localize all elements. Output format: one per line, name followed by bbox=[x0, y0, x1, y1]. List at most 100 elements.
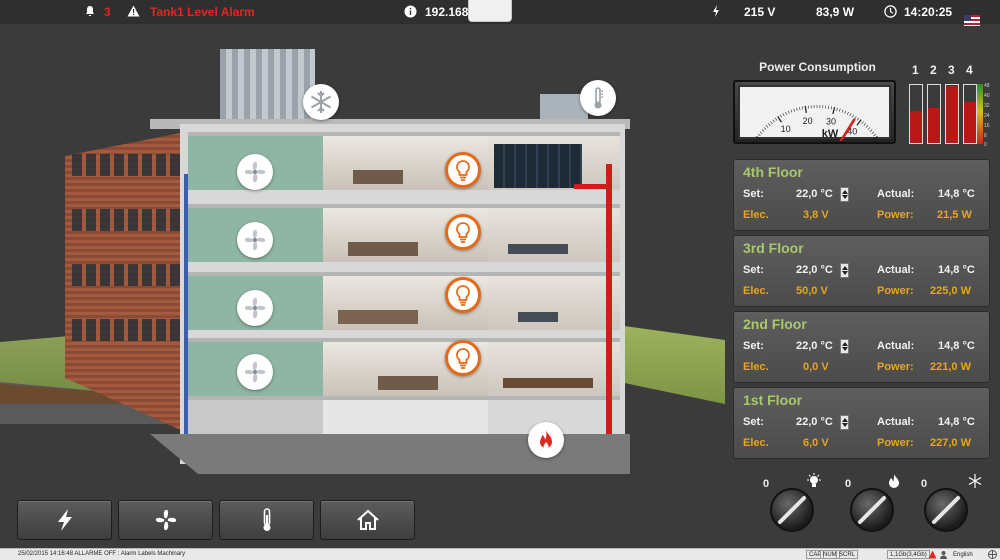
gauge-tick bbox=[802, 106, 804, 110]
power-consumption-title: Power Consumption bbox=[759, 60, 876, 74]
gauge-tick bbox=[830, 106, 832, 110]
setpoint-stepper[interactable] bbox=[840, 263, 849, 278]
level-bar-3 bbox=[945, 84, 959, 144]
facade-windows bbox=[72, 264, 180, 286]
floor-panel-3: 3rd Floor Set: 22,0 °C Actual: 14,8 °C E… bbox=[733, 235, 990, 307]
thermometer-icon[interactable] bbox=[580, 80, 616, 116]
gauge-tick bbox=[832, 106, 836, 115]
gauge-tick bbox=[836, 107, 838, 111]
facade-windows bbox=[72, 154, 180, 176]
heating-knob[interactable] bbox=[850, 488, 894, 532]
gauge-tick bbox=[777, 115, 782, 123]
setpoint-stepper[interactable] bbox=[840, 187, 849, 202]
light-knob[interactable] bbox=[770, 488, 814, 532]
server-rack bbox=[494, 144, 582, 188]
facade-windows bbox=[72, 209, 180, 231]
scale-label: 0 bbox=[984, 142, 987, 148]
temperature-nav-button[interactable] bbox=[219, 500, 314, 540]
power-value: 225,0 W bbox=[930, 285, 971, 297]
scale-label: 8 bbox=[984, 133, 987, 139]
gauge-tick-label: 48 bbox=[860, 140, 870, 141]
fan-icon-floor-4[interactable] bbox=[237, 154, 273, 190]
elec-value: 0,0 V bbox=[803, 361, 829, 373]
cooling-knob[interactable] bbox=[924, 488, 968, 532]
fan-icon-floor-1[interactable] bbox=[237, 354, 273, 390]
clock-time: 14:20:25 bbox=[904, 5, 953, 19]
gauge-tick bbox=[790, 109, 793, 113]
flame-icon[interactable] bbox=[528, 422, 564, 458]
scale-label: 32 bbox=[984, 103, 990, 109]
flame-icon bbox=[889, 474, 899, 488]
heating-knob-value: 0 bbox=[845, 478, 852, 490]
gauge-tick bbox=[770, 121, 773, 124]
home-icon bbox=[356, 509, 379, 530]
actual-label: Actual: bbox=[877, 416, 915, 428]
scrl-indicator: SCRL bbox=[836, 550, 859, 559]
gauge-tick bbox=[873, 133, 877, 137]
electricity-nav-button[interactable] bbox=[17, 500, 112, 540]
level-bar-fill bbox=[910, 111, 922, 143]
gauge-tick bbox=[793, 108, 795, 112]
gauge-tick-label: 20 bbox=[803, 116, 813, 126]
actual-temperature: 14,8 °C bbox=[938, 340, 975, 352]
windows-status-bar: 25/02/2015 14:16:48 ALLARME OFF : Alarm … bbox=[0, 548, 1000, 560]
power-label: Power: bbox=[877, 209, 914, 221]
gauge-tick bbox=[871, 131, 875, 134]
bar-label-4: 4 bbox=[966, 63, 973, 77]
actual-label: Actual: bbox=[877, 188, 915, 200]
bar-label-1: 1 bbox=[912, 63, 919, 77]
level-bar-4 bbox=[963, 84, 977, 144]
fan-icon-floor-2[interactable] bbox=[237, 290, 273, 326]
warning-icon[interactable] bbox=[127, 5, 140, 17]
bar-label-2: 2 bbox=[930, 63, 937, 77]
user-icon[interactable] bbox=[939, 550, 948, 559]
lightbulb-icon-floor-2[interactable] bbox=[445, 277, 481, 313]
us-flag-icon[interactable] bbox=[964, 15, 980, 26]
floor-panel-4: 4th Floor Set: 22,0 °C Actual: 14,8 °C E… bbox=[733, 159, 990, 231]
language-indicator[interactable]: English bbox=[950, 550, 976, 559]
set-temperature: 22,0 °C bbox=[796, 188, 833, 200]
gauge-tick-label: 0 bbox=[766, 140, 771, 141]
power-label: Power: bbox=[877, 285, 914, 297]
lawn-right bbox=[610, 324, 725, 404]
bell-icon[interactable] bbox=[84, 5, 96, 17]
gauge-tick bbox=[767, 123, 771, 126]
voltage-readout: 215 V bbox=[744, 5, 776, 19]
fan-icon bbox=[155, 509, 176, 531]
floor-title: 2nd Floor bbox=[743, 316, 807, 332]
globe-icon[interactable] bbox=[988, 550, 997, 559]
snowflake-icon[interactable] bbox=[303, 84, 339, 120]
lightbulb-icon-floor-3[interactable] bbox=[445, 214, 481, 250]
setpoint-stepper[interactable] bbox=[840, 415, 849, 430]
floor-title: 4th Floor bbox=[743, 164, 803, 180]
alert-icon[interactable] bbox=[928, 550, 937, 559]
lightbulb-icon-floor-4[interactable] bbox=[445, 152, 481, 188]
gauge-tick bbox=[856, 117, 860, 121]
elec-value: 6,0 V bbox=[803, 437, 829, 449]
rooftop-hvac-unit bbox=[220, 49, 315, 119]
gauge-tick bbox=[796, 107, 798, 111]
heating-pipe bbox=[606, 164, 612, 454]
cooling-knob-value: 0 bbox=[921, 478, 928, 490]
alarm-message[interactable]: Tank1 Level Alarm bbox=[150, 5, 255, 19]
gauge-tick bbox=[844, 110, 847, 114]
scale-label: 24 bbox=[984, 113, 990, 119]
ventilation-nav-button[interactable] bbox=[118, 500, 213, 540]
actual-temperature: 14,8 °C bbox=[938, 416, 975, 428]
fan-icon-floor-3[interactable] bbox=[237, 222, 273, 258]
elec-label: Elec. bbox=[743, 361, 769, 373]
top-status-bar: 3 Tank1 Level Alarm 192.168.0.55 215 V 8… bbox=[0, 0, 1000, 26]
gauge-tick bbox=[765, 125, 769, 128]
water-pipe bbox=[184, 174, 188, 434]
gauge-tick bbox=[863, 123, 867, 126]
elec-label: Elec. bbox=[743, 209, 769, 221]
lightbulb-icon-floor-1[interactable] bbox=[445, 340, 481, 376]
bar-label-3: 3 bbox=[948, 63, 955, 77]
home-nav-button[interactable] bbox=[320, 500, 415, 540]
gauge-tick bbox=[861, 121, 864, 124]
floor-panel-1: 1st Floor Set: 22,0 °C Actual: 14,8 °C E… bbox=[733, 387, 990, 459]
gauge-tick bbox=[841, 109, 844, 113]
set-temperature: 22,0 °C bbox=[796, 264, 833, 276]
gauge-dial: 01020304048kW bbox=[756, 105, 878, 141]
setpoint-stepper[interactable] bbox=[840, 339, 849, 354]
